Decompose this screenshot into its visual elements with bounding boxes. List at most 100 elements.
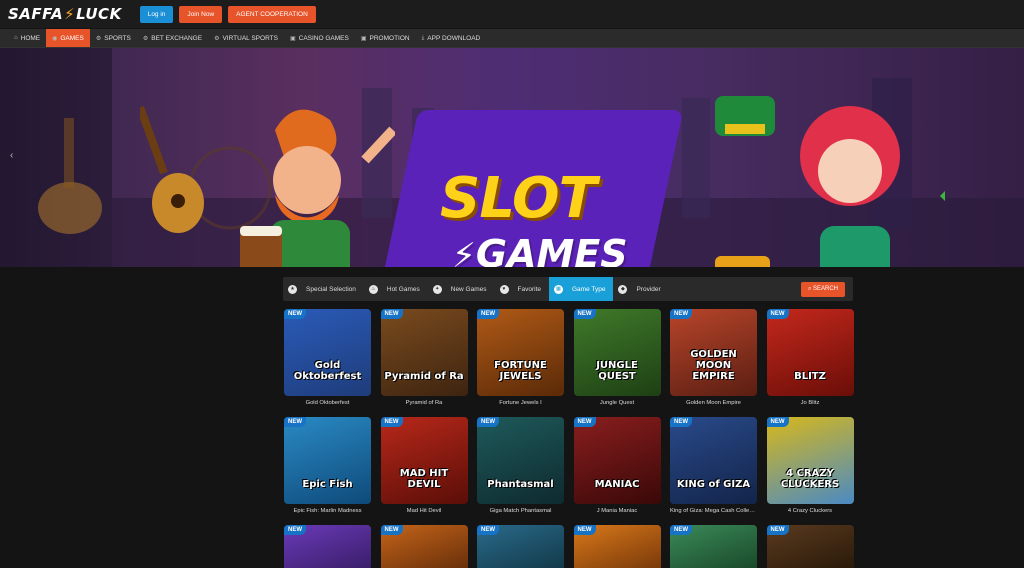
filter-tab-game-type[interactable]: ▦ Game Type xyxy=(549,277,614,301)
game-logo-art: Pyramid of Ra xyxy=(384,371,464,382)
game-thumbnail[interactable]: NEW KING of GIZA xyxy=(670,417,757,504)
game-card[interactable]: NEW Gold Oktoberfest Gold Oktoberfest xyxy=(284,309,371,408)
game-grid: NEW Gold Oktoberfest Gold Oktoberfest NEW Py… xyxy=(284,309,854,568)
game-card[interactable]: NEW JUNGLE QUEST Jungle Quest xyxy=(573,309,661,408)
game-thumbnail[interactable]: NEW Epic Fish xyxy=(284,417,371,504)
filter-tab-special-selection[interactable]: ★ Special Selection xyxy=(283,277,364,301)
nav-item-games[interactable]: ◉ GAMES xyxy=(46,29,90,47)
game-card[interactable]: NEW MANIAC J Mania Maniac xyxy=(573,417,661,516)
new-badge: NEW xyxy=(284,525,306,535)
game-thumbnail[interactable]: NEW MAD HIT DEVIL xyxy=(380,417,468,504)
games-icon: ◉ xyxy=(52,35,58,42)
login-button[interactable]: Log in xyxy=(139,5,174,23)
game-thumbnail[interactable]: NEW 4 CRAZY CLUCKERS xyxy=(766,417,854,504)
search-button[interactable]: ⌕ SEARCH xyxy=(800,281,845,297)
new-badge: NEW xyxy=(670,417,692,427)
game-card[interactable]: NEW xyxy=(670,525,757,568)
new-badge: NEW xyxy=(573,309,596,319)
game-logo-art: Epic Fish xyxy=(302,479,353,490)
new-icon: ✦ xyxy=(432,284,442,294)
filter-tab-label: Special Selection xyxy=(306,285,356,293)
banner-prev-arrow-icon[interactable]: ‹ xyxy=(10,150,13,161)
site-logo[interactable]: SAFFA ⚡ LUCK xyxy=(8,5,122,23)
new-badge: NEW xyxy=(284,309,306,319)
filter-tab-hot-games[interactable]: ♨ Hot Games xyxy=(364,277,428,301)
game-logo-art: MANIAC xyxy=(594,479,640,490)
game-thumbnail[interactable]: NEW BLITZ xyxy=(766,309,854,396)
new-badge: NEW xyxy=(284,417,306,427)
game-thumbnail[interactable]: NEW MANIAC xyxy=(573,417,661,504)
game-card[interactable]: NEW 4 CRAZY CLUCKERS 4 Crazy Cluckers xyxy=(766,417,854,516)
filter-tab-new-games[interactable]: ✦ New Games xyxy=(428,277,495,301)
game-name: Pyramid of Ra xyxy=(405,400,443,406)
flame-icon: ♨ xyxy=(368,284,378,294)
join-now-button[interactable]: Join Now xyxy=(179,5,223,23)
game-thumbnail[interactable]: NEW JUNGLE QUEST xyxy=(573,309,661,396)
game-card[interactable]: NEW GOLDEN MOON EMPIRE Golden Moon Empire xyxy=(670,309,757,408)
game-name: Jo Blitz xyxy=(800,400,820,406)
mandolin-icon xyxy=(38,118,102,234)
new-badge: NEW xyxy=(670,525,692,535)
new-badge: NEW xyxy=(380,309,403,319)
filter-tab-label: Game Type xyxy=(572,285,606,293)
game-thumbnail[interactable]: NEW xyxy=(380,525,468,568)
game-thumbnail[interactable]: NEW Phantasmal xyxy=(477,417,564,504)
game-card[interactable]: NEW Pyramid of Ra Pyramid of Ra xyxy=(380,309,468,408)
gift-icon: ▣ xyxy=(360,35,367,42)
game-thumbnail[interactable]: NEW xyxy=(477,525,564,568)
nav-item-sports[interactable]: ⚙ SPORTS xyxy=(90,29,137,47)
agent-cooperation-button[interactable]: AGENT COOPERATION xyxy=(228,5,316,23)
game-thumbnail[interactable]: NEW xyxy=(670,525,757,568)
game-card[interactable]: NEW BLITZ Jo Blitz xyxy=(766,309,854,408)
game-name: J Mania Maniac xyxy=(596,508,638,514)
game-logo-art: JUNGLE QUEST xyxy=(596,360,638,382)
game-card[interactable]: NEW xyxy=(573,525,661,568)
nav-item-label: PROMOTION xyxy=(369,34,410,42)
game-thumbnail[interactable]: NEW xyxy=(573,525,661,568)
casino-icon: ▣ xyxy=(289,35,296,42)
game-card[interactable]: NEW Epic Fish Epic Fish: Marlin Madness xyxy=(284,417,371,516)
banner-subtitle: ⚡GAMES xyxy=(452,232,628,267)
game-thumbnail[interactable]: NEW Gold Oktoberfest xyxy=(284,309,371,396)
nav-item-virtual-sports[interactable]: ⚙ VIRTUAL SPORTS xyxy=(208,29,284,47)
nav-item-bet-exchange[interactable]: ⚙ BET EXCHANGE xyxy=(137,29,208,47)
grid-icon: ▦ xyxy=(554,284,563,294)
lightning-bolt-icon: ⚡ xyxy=(64,5,76,23)
game-card[interactable]: NEW Phantasmal Giga Match Phantasmal xyxy=(477,417,564,516)
filter-tab-favorite[interactable]: ♥ Favorite xyxy=(495,277,549,301)
game-filter-bar: ★ Special Selection ♨ Hot Games ✦ New Games ♥ F… xyxy=(283,277,853,301)
mandolin-icon xyxy=(140,105,204,233)
game-thumbnail[interactable]: NEW xyxy=(766,525,854,568)
game-card[interactable]: NEW xyxy=(766,525,854,568)
hero-banner[interactable]: ‹ SLOT ⚡GAMES xyxy=(0,48,1024,267)
game-thumbnail[interactable]: NEW GOLDEN MOON EMPIRE xyxy=(670,309,757,396)
game-name: King of Giza: Mega Cash Collect & Link xyxy=(670,508,757,514)
main-nav: ⌂ HOME ◉ GAMES ⚙ SPORTS ⚙ BET EXCHANGE ⚙ VIRTUAL … xyxy=(0,29,1024,48)
game-thumbnail[interactable]: NEW FORTUNE JEWELS xyxy=(477,309,564,396)
game-name: Gold Oktoberfest xyxy=(305,400,350,406)
filter-tab-provider[interactable]: ◆ Provider xyxy=(613,277,668,301)
game-thumbnail[interactable]: NEW Pyramid of Ra xyxy=(380,309,468,396)
new-badge: NEW xyxy=(573,525,596,535)
download-icon: ⤓ xyxy=(421,34,425,41)
game-card[interactable]: NEW xyxy=(380,525,468,568)
game-logo-art: Gold Oktoberfest xyxy=(293,360,362,382)
new-badge: NEW xyxy=(766,417,789,427)
game-card[interactable]: NEW KING of GIZA King of Giza: Mega Cash C… xyxy=(670,417,757,516)
game-name: Mad Hit Devil xyxy=(406,508,442,514)
game-card[interactable]: NEW FORTUNE JEWELS Fortune Jewels I xyxy=(477,309,564,408)
game-logo-art: KING of GIZA xyxy=(676,479,751,490)
game-thumbnail[interactable]: NEW xyxy=(284,525,371,568)
nav-item-casino-games[interactable]: ▣ CASINO GAMES xyxy=(284,29,355,47)
nav-item-home[interactable]: ⌂ HOME xyxy=(8,29,46,47)
sports-icon: ⚙ xyxy=(95,35,102,42)
heart-icon: ♥ xyxy=(499,284,509,294)
new-badge: NEW xyxy=(477,525,499,535)
game-card[interactable]: NEW xyxy=(284,525,371,568)
nav-item-promotion[interactable]: ▣ PROMOTION xyxy=(355,29,416,47)
banner-subtitle-text: GAMES xyxy=(475,232,628,267)
game-card[interactable]: NEW xyxy=(477,525,564,568)
game-name: Giga Match Phantasmal xyxy=(489,508,552,514)
game-card[interactable]: NEW MAD HIT DEVIL Mad Hit Devil xyxy=(380,417,468,516)
nav-item-app-download[interactable]: ⤓ APP DOWNLOAD xyxy=(416,29,487,47)
